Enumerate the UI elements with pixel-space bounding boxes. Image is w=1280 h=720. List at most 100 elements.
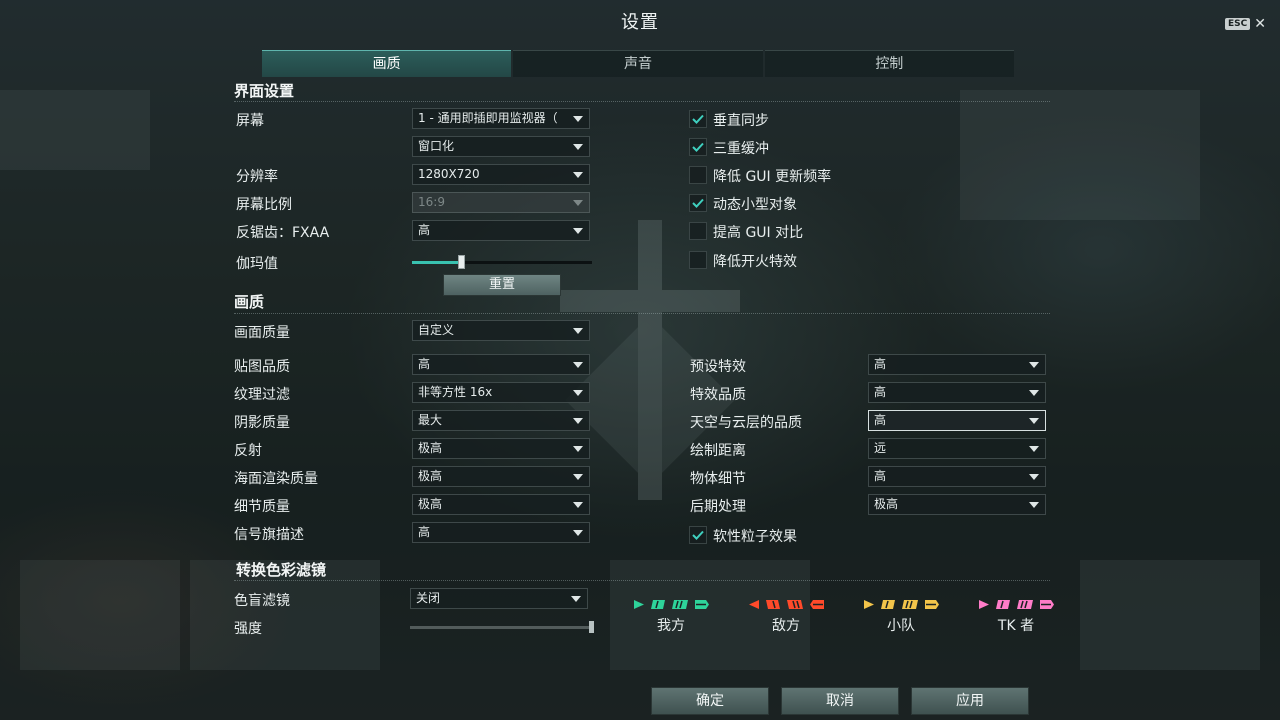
sky-quality-label: 天空与云层的品质 — [690, 415, 802, 431]
preset-value: 自定义 — [418, 323, 455, 337]
effects-quality-dropdown[interactable]: 高 — [868, 382, 1046, 403]
tab-graphics[interactable]: 画质 — [262, 50, 512, 77]
chevron-down-icon — [1029, 390, 1039, 396]
reduce-fire-effects-checkbox[interactable] — [689, 251, 707, 269]
close-icon[interactable]: ✕ — [1254, 16, 1266, 32]
apply-button[interactable]: 应用 — [911, 687, 1029, 715]
window-mode-dropdown[interactable]: 窗口化 — [412, 136, 590, 157]
antialias-dropdown[interactable]: 高 — [412, 220, 590, 241]
reduce-gui-refresh-label: 降低 GUI 更新频率 — [713, 169, 832, 185]
texture-quality-dropdown[interactable]: 高 — [412, 354, 590, 375]
dynamic-objects-checkbox[interactable] — [689, 194, 707, 212]
colorblind-filter-dropdown[interactable]: 关闭 — [410, 588, 588, 609]
texture-quality-value: 高 — [418, 357, 431, 371]
flag-detail-dropdown[interactable]: 高 — [412, 522, 590, 543]
chevron-down-icon — [573, 390, 583, 396]
color-group-teamkiller: TK 者 — [961, 599, 1071, 635]
colorblind-filter-value: 关闭 — [416, 591, 441, 605]
ship-type-icons — [616, 599, 726, 611]
intensity-label: 强度 — [234, 621, 262, 637]
close-control[interactable]: ESC ✕ — [1225, 16, 1266, 32]
aspect-dropdown: 16:9 — [412, 192, 590, 213]
effects-quality-value: 高 — [874, 385, 887, 399]
reflection-dropdown[interactable]: 极高 — [412, 438, 590, 459]
ship-type-icons — [731, 599, 841, 611]
color-group-label: 我方 — [657, 618, 685, 634]
check-icon — [692, 142, 704, 152]
reduce-gui-refresh-checkbox[interactable] — [689, 166, 707, 184]
color-group-friendly: 我方 — [616, 599, 726, 635]
background-panel — [20, 560, 180, 670]
water-quality-dropdown[interactable]: 极高 — [412, 466, 590, 487]
battleship-icon — [786, 599, 804, 611]
carrier-icon — [924, 599, 940, 611]
reset-button[interactable]: 重置 — [443, 274, 561, 296]
soft-particles-label: 软性粒子效果 — [713, 529, 797, 545]
post-processing-value: 极高 — [874, 497, 899, 511]
antialias-value: 高 — [418, 223, 431, 237]
triple-buffer-label: 三重缓冲 — [713, 141, 769, 157]
settings-tabs: 画质 声音 控制 — [262, 50, 1014, 77]
section-divider — [234, 101, 1050, 102]
water-quality-label: 海面渲染质量 — [234, 471, 318, 487]
check-icon — [692, 198, 704, 208]
destroyer-icon — [633, 599, 645, 611]
background-panel — [1080, 560, 1260, 670]
detail-quality-dropdown[interactable]: 极高 — [412, 494, 590, 515]
chevron-down-icon — [573, 474, 583, 480]
water-quality-value: 极高 — [418, 469, 443, 483]
chevron-down-icon — [1029, 446, 1039, 452]
shadow-quality-label: 阴影质量 — [234, 415, 290, 431]
window-title: 设置 — [621, 12, 659, 33]
chevron-down-icon — [573, 328, 583, 334]
chevron-down-icon — [1029, 362, 1039, 368]
section-divider — [234, 313, 1050, 314]
post-processing-label: 后期处理 — [690, 499, 746, 515]
tab-sound[interactable]: 声音 — [513, 50, 763, 77]
effects-preset-dropdown[interactable]: 高 — [868, 354, 1046, 375]
post-processing-dropdown[interactable]: 极高 — [868, 494, 1046, 515]
chevron-down-icon — [1029, 474, 1039, 480]
texture-filter-value: 非等方性 16x — [418, 385, 493, 399]
intensity-slider-handle[interactable] — [589, 621, 594, 633]
detail-quality-value: 极高 — [418, 497, 443, 511]
shadow-quality-dropdown[interactable]: 最大 — [412, 410, 590, 431]
effects-quality-label: 特效品质 — [690, 387, 746, 403]
draw-distance-dropdown[interactable]: 远 — [868, 438, 1046, 459]
screen-dropdown[interactable]: 1 - 通用即插即用监视器（ — [412, 108, 590, 129]
triple-buffer-checkbox[interactable] — [689, 138, 707, 156]
gui-contrast-checkbox[interactable] — [689, 222, 707, 240]
chevron-down-icon — [573, 530, 583, 536]
sky-quality-dropdown[interactable]: 高 — [868, 410, 1046, 431]
dynamic-objects-label: 动态小型对象 — [713, 197, 797, 213]
object-detail-dropdown[interactable]: 高 — [868, 466, 1046, 487]
cruiser-icon — [880, 599, 896, 611]
resolution-value: 1280X720 — [418, 167, 480, 181]
sky-quality-value: 高 — [874, 413, 887, 427]
interface-heading: 界面设置 — [234, 82, 295, 100]
resolution-label: 分辨率 — [236, 169, 278, 185]
chevron-down-icon — [1029, 502, 1039, 508]
screen-label: 屏幕 — [236, 113, 264, 129]
ship-type-icons — [846, 599, 956, 611]
intensity-slider[interactable] — [410, 621, 594, 633]
gamma-slider[interactable] — [412, 255, 592, 269]
destroyer-icon — [978, 599, 990, 611]
ok-button[interactable]: 确定 — [651, 687, 769, 715]
carrier-icon — [1039, 599, 1055, 611]
cruiser-icon — [650, 599, 666, 611]
vsync-checkbox[interactable] — [689, 110, 707, 128]
carrier-icon — [809, 599, 825, 611]
carrier-icon — [694, 599, 710, 611]
resolution-dropdown[interactable]: 1280X720 — [412, 164, 590, 185]
effects-preset-value: 高 — [874, 357, 887, 371]
texture-filter-dropdown[interactable]: 非等方性 16x — [412, 382, 590, 403]
gamma-slider-handle[interactable] — [457, 255, 465, 269]
reflection-label: 反射 — [234, 443, 262, 459]
preset-dropdown[interactable]: 自定义 — [412, 320, 590, 341]
chevron-down-icon — [573, 116, 583, 122]
soft-particles-checkbox[interactable] — [689, 526, 707, 544]
flag-detail-value: 高 — [418, 525, 431, 539]
tab-controls[interactable]: 控制 — [764, 50, 1014, 77]
cancel-button[interactable]: 取消 — [781, 687, 899, 715]
